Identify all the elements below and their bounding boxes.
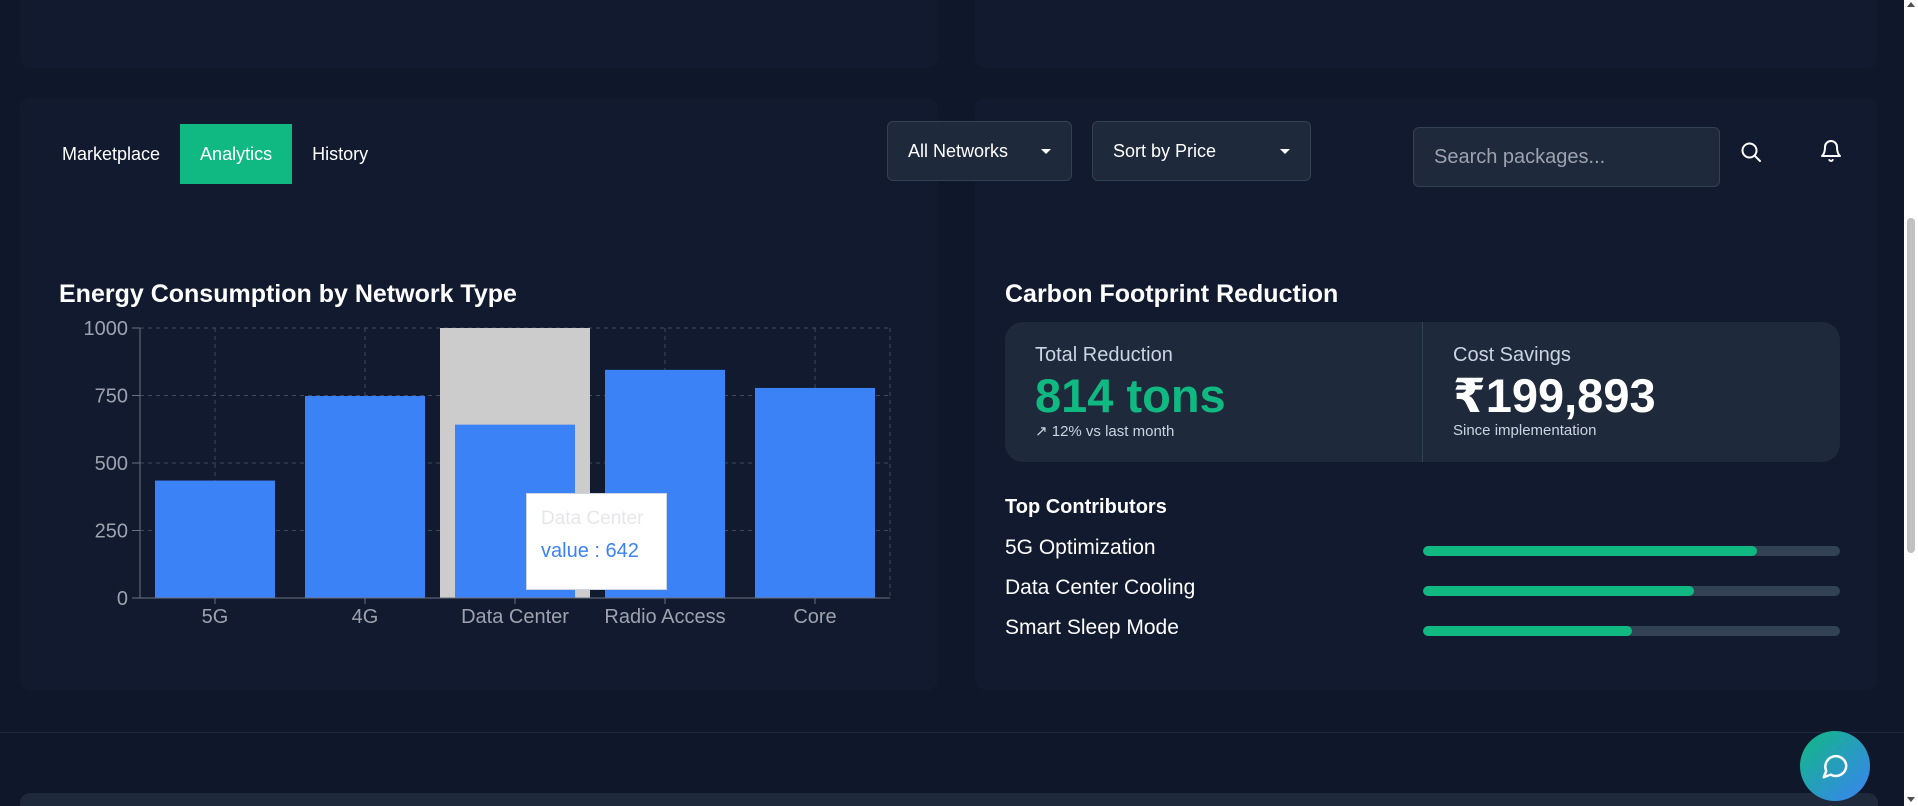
- network-filter-select[interactable]: All Networks: [887, 121, 1072, 181]
- sort-value: Sort by Price: [1113, 140, 1217, 161]
- x-tick-label: Radio Access: [604, 606, 725, 628]
- bottom-card: [20, 793, 1878, 806]
- y-tick-label: 0: [117, 588, 128, 610]
- y-tick-label: 1000: [84, 318, 129, 340]
- contributor-progress-track: [1423, 626, 1840, 636]
- contributor-progress-fill: [1423, 626, 1632, 636]
- network-filter-value: All Networks: [908, 140, 1009, 161]
- x-tick-label: Data Center: [461, 606, 569, 628]
- scroll-up-arrow[interactable]: [1907, 2, 1915, 7]
- bar: [155, 480, 275, 598]
- top-contributors-title: Top Contributors: [1005, 496, 1167, 518]
- tooltip-value: value : 642: [541, 540, 639, 562]
- contributor-label: Smart Sleep Mode: [1005, 616, 1179, 639]
- chat-bubble-icon: [1822, 754, 1848, 779]
- chevron-down-icon: [1280, 149, 1290, 154]
- tooltip-category: Data Center: [541, 508, 644, 529]
- cost-savings-stat: Cost Savings ₹199,893 Since implementati…: [1422, 322, 1840, 462]
- cost-savings-note: Since implementation: [1453, 422, 1597, 440]
- total-reduction-value: 814 tons: [1035, 369, 1226, 422]
- bell-icon: [1821, 140, 1841, 162]
- carbon-stats: Total Reduction 814 tons ↗ 12% vs last m…: [1005, 322, 1840, 462]
- search-icon: [1741, 142, 1761, 162]
- carbon-title: Carbon Footprint Reduction: [1005, 280, 1339, 308]
- contributor-label: 5G Optimization: [1005, 536, 1156, 559]
- tab-analytics[interactable]: Analytics: [180, 124, 293, 184]
- energy-chart-title: Energy Consumption by Network Type: [59, 280, 517, 308]
- section-divider: [0, 732, 1918, 733]
- contributor-row: 5G Optimization: [1005, 536, 1840, 564]
- contributor-progress-track: [1423, 546, 1840, 556]
- total-reduction-stat: Total Reduction 814 tons ↗ 12% vs last m…: [1005, 322, 1422, 462]
- sort-select[interactable]: Sort by Price: [1092, 121, 1311, 181]
- hourly-chart-card: 012345678910111213141516171819202123: [975, 0, 1877, 68]
- chat-button[interactable]: [1800, 731, 1870, 801]
- contributor-row: Data Center Cooling: [1005, 576, 1840, 604]
- x-tick-label: 5G: [202, 606, 229, 628]
- contributor-row: Smart Sleep Mode: [1005, 616, 1840, 644]
- cost-savings-label: Cost Savings: [1453, 344, 1571, 366]
- scroll-down-arrow[interactable]: [1907, 797, 1915, 802]
- contributor-label: Data Center Cooling: [1005, 576, 1196, 599]
- contributor-progress-fill: [1423, 586, 1695, 596]
- search-input[interactable]: [1413, 127, 1720, 187]
- x-tick-label: 4G: [352, 606, 379, 628]
- bar: [755, 387, 875, 598]
- y-tick-label: 750: [95, 386, 128, 408]
- notifications-button[interactable]: [1813, 133, 1849, 169]
- bar: [305, 396, 425, 598]
- chevron-down-icon: [1041, 149, 1051, 154]
- x-tick-label: Core: [793, 606, 836, 628]
- total-reduction-label: Total Reduction: [1035, 344, 1173, 366]
- chart-tooltip: Data Center value : 642: [526, 493, 667, 590]
- energy-bar-chart: 0 250 500 750 1000 5G 4G Data Center Radio Acces…: [84, 318, 891, 628]
- search-button[interactable]: [1733, 134, 1769, 170]
- total-reduction-trend: ↗ 12% vs last month: [1035, 423, 1175, 441]
- top-left-card: [20, 0, 938, 68]
- contributor-progress-fill: [1423, 546, 1757, 556]
- tab-history[interactable]: History: [292, 124, 388, 184]
- contributor-progress-track: [1423, 586, 1840, 596]
- view-tabs: Marketplace Analytics History: [42, 124, 388, 184]
- y-tick-label: 500: [95, 453, 128, 475]
- scrollbar-thumb[interactable]: [1907, 218, 1915, 553]
- y-tick-label: 250: [95, 521, 128, 543]
- tab-marketplace[interactable]: Marketplace: [42, 124, 180, 184]
- cost-savings-value: ₹199,893: [1453, 369, 1656, 422]
